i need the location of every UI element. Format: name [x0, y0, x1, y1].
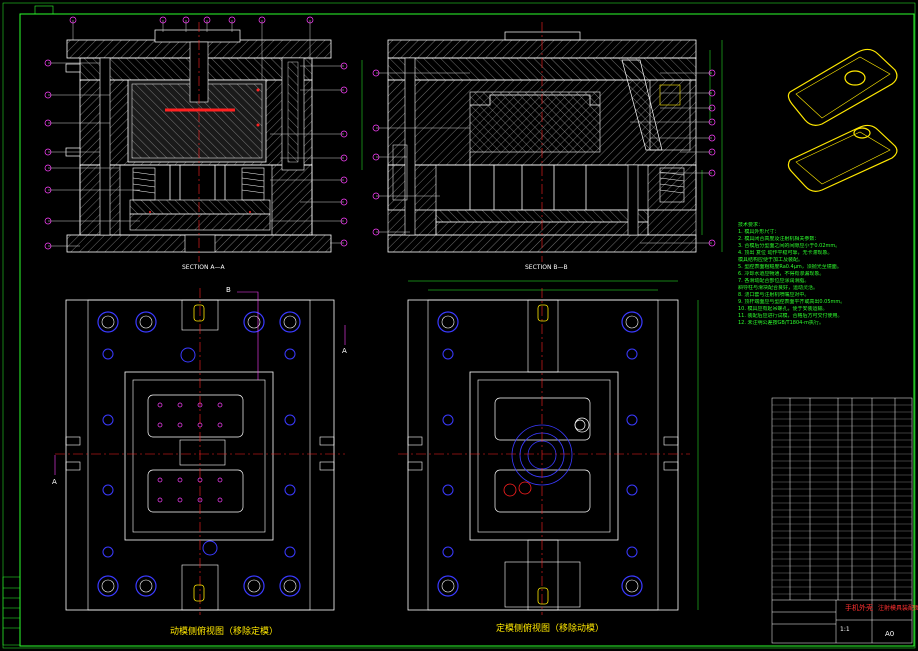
corner-mark [34, 5, 54, 15]
product-3d-preview [787, 48, 898, 192]
note-line: 模具结构应便于加工及装配。 [738, 257, 804, 263]
note-line: 8. 浇口套与注射机喷嘴应对中。 [738, 292, 810, 298]
note-line: 12. 未注明公差按GB/T1804-m执行。 [738, 320, 824, 326]
section-a-a-view [44, 16, 348, 262]
section-b-b-view [361, 22, 723, 262]
section-a-label: SECTION A—A [182, 264, 225, 271]
title-block-title: 手机外壳 [845, 604, 873, 612]
revision-strip [2, 576, 21, 646]
title-block-subtitle: 注射模具装配图 [878, 605, 918, 612]
section-marker-a-top: A [342, 347, 347, 355]
section-b-label: SECTION B—B [525, 264, 568, 271]
note-line: 2. 模具闭合高度及注射机相关参数： [738, 236, 820, 242]
title-block-sheet: A0 [885, 630, 895, 638]
note-line: 1. 模具外形尺寸： [738, 229, 780, 235]
note-line: 6. 冷却水道应畅通，不得有渗漏现象。 [738, 271, 825, 277]
parts-list-rows [772, 404, 912, 595]
section-marker-a-left: A [52, 478, 57, 486]
fixed-half-plan-view [398, 280, 699, 615]
note-line: 斜导柱与滑块配合良好，运动灵活。 [738, 285, 819, 291]
note-line: 11. 装配后应进行试模，合格后方可交付使用。 [738, 313, 843, 319]
note-line: 10. 模具应有起吊螺孔，便于安装运输。 [738, 306, 828, 312]
note-line: 4. 顶出 复位 动作平稳可靠，无卡滞现象。 [738, 250, 833, 256]
notes-heading: 技术要求： [738, 222, 764, 228]
moving-half-caption: 动模侧俯视图（移除定模） [170, 627, 279, 637]
note-line: 3. 合模后分型面之间的间隙应小于0.02mm。 [738, 243, 841, 249]
moving-half-plan-view [54, 288, 346, 615]
title-block-scale: 1:1 [840, 626, 850, 633]
note-line: 5. 型腔表面粗糙度Ra0.4μm，须抛光至镜面。 [738, 264, 842, 270]
note-line: 9. 顶杆端面应与型腔表面平齐或高出0.05mm。 [738, 299, 846, 305]
note-line: 7. 各滑动配合部位应涂润滑脂。 [738, 278, 810, 284]
technical-notes: 技术要求： 1. 模具外形尺寸： 2. 模具闭合高度及注射机相关参数： 3. 合… [738, 222, 913, 327]
section-marker-b: B [226, 286, 231, 294]
fixed-half-caption: 定模侧俯视图（移除动模） [496, 624, 605, 634]
